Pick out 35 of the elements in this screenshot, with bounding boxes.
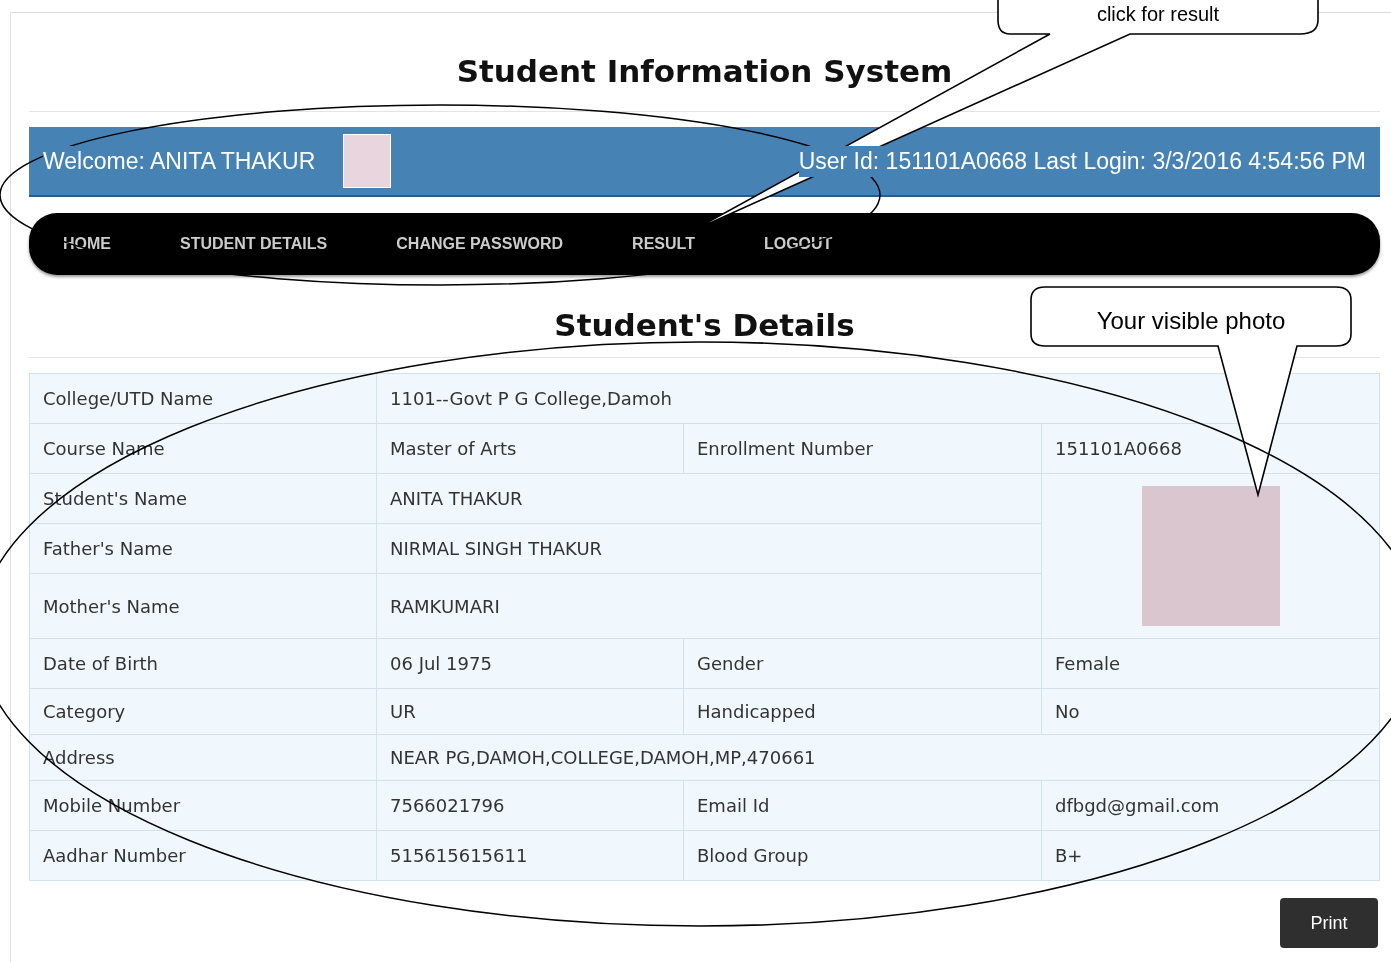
table-cell: dfbgd@gmail.com [1041, 780, 1380, 831]
table-cell: College/UTD Name [29, 373, 377, 424]
table-cell: Mother's Name [29, 573, 377, 639]
table-cell: Date of Birth [29, 638, 377, 689]
table-cell: 06 Jul 1975 [376, 638, 684, 689]
table-cell: ANITA THAKUR [376, 473, 1042, 524]
table-cell: Email Id [683, 780, 1042, 831]
table-cell: Aadhar Number [29, 830, 377, 881]
table-cell: No [1041, 688, 1380, 735]
table-cell: Category [29, 688, 377, 735]
table-cell: B+ [1041, 830, 1380, 881]
table-cell: 7566021796 [376, 780, 684, 831]
nav-link[interactable]: RESULT [632, 235, 695, 253]
callout-text: Your visible photo [1096, 307, 1286, 335]
table-cell: Father's Name [29, 523, 377, 574]
table-cell: 515615615611 [376, 830, 684, 881]
table-cell: Female [1041, 638, 1380, 689]
table-cell: NEAR PG,DAMOH,COLLEGE,DAMOH,MP,470661 [376, 734, 1380, 781]
table-cell: Handicapped [683, 688, 1042, 735]
section-heading: Student's Details [554, 306, 855, 345]
table-cell: Gender [683, 638, 1042, 689]
callout-text: click for result [1096, 3, 1220, 26]
table-cell: Master of Arts [376, 423, 684, 474]
login-info: User Id: 151101A0668 Last Login: 3/3/2016 4:54:56 PM [798, 145, 1366, 177]
nav-link[interactable]: HOME [63, 235, 111, 253]
nav-link[interactable]: CHANGE PASSWORD [396, 235, 564, 253]
nav-link[interactable]: STUDENT DETAILS [180, 235, 328, 253]
print-button[interactable]: Print [1280, 898, 1378, 948]
nav-link[interactable]: LOGOUT [763, 235, 833, 253]
table-cell: Blood Group [683, 830, 1042, 881]
table-cell: 1101--Govt P G College,Damoh [376, 373, 1380, 424]
page-title: Student Information System [455, 52, 954, 91]
table-cell: UR [376, 688, 684, 735]
table-cell: Enrollment Number [683, 423, 1042, 474]
photo-placeholder [343, 134, 392, 188]
